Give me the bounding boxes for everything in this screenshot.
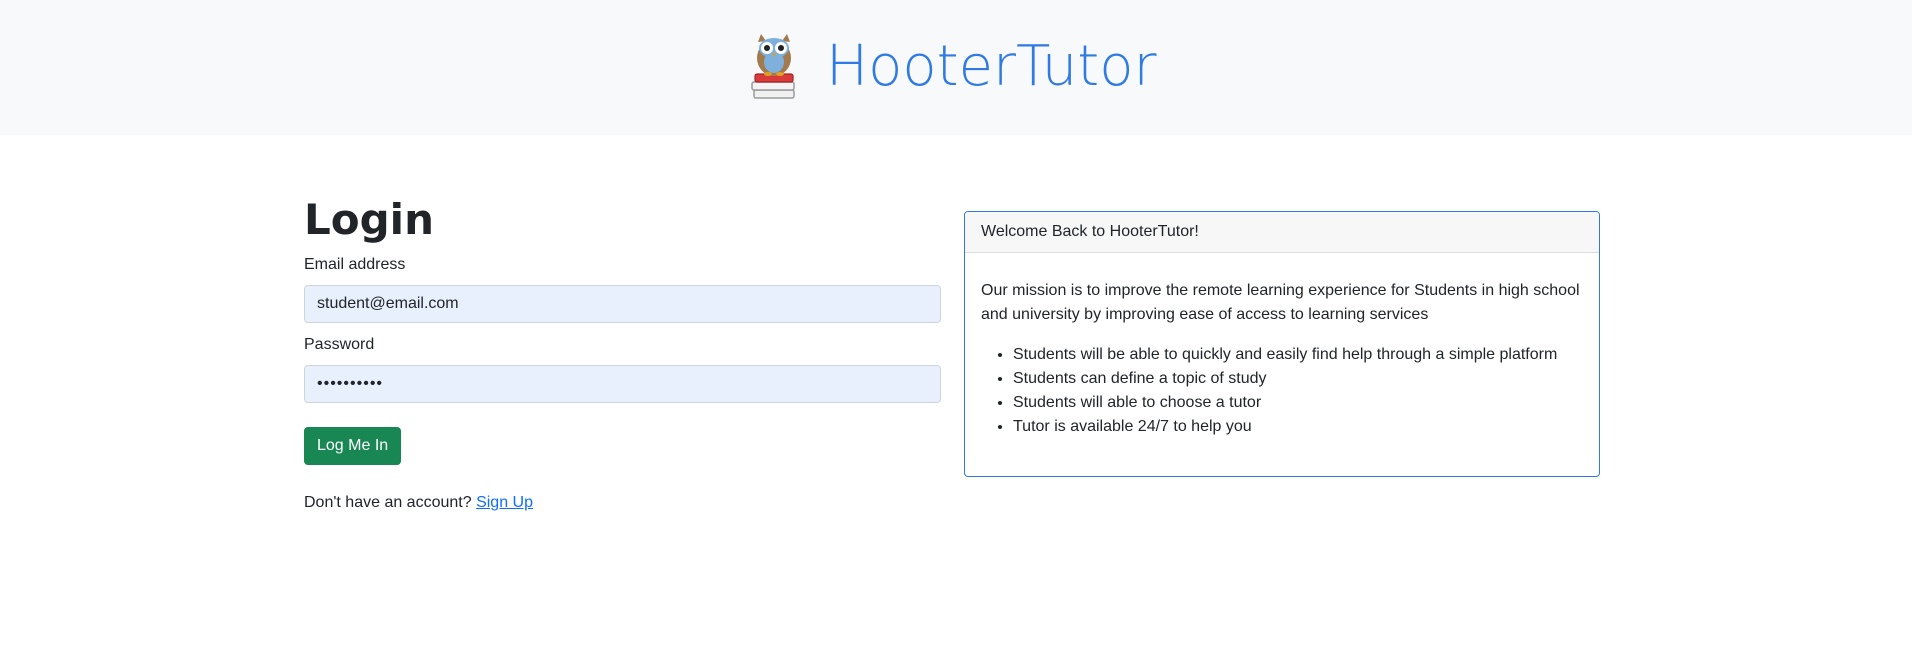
list-item: Students will be able to quickly and eas…: [1013, 343, 1583, 367]
list-item: Students will able to choose a tutor: [1013, 391, 1583, 415]
sign-up-link[interactable]: Sign Up: [476, 494, 533, 511]
email-label: Email address: [304, 256, 406, 273]
mission-statement: Our mission is to improve the remote lea…: [981, 282, 1580, 323]
card-header: Welcome Back to HooterTutor!: [965, 212, 1599, 253]
password-label: Password: [304, 336, 375, 353]
list-item: Students can define a topic of study: [1013, 367, 1583, 391]
signup-prompt: Don't have an account? Sign Up: [304, 493, 941, 513]
email-field[interactable]: [304, 285, 941, 323]
owl-on-books-icon: [751, 34, 795, 99]
brand-link[interactable]: HooterTutor: [748, 30, 1157, 104]
password-field[interactable]: [304, 365, 941, 403]
card-body: Our mission is to improve the remote lea…: [965, 253, 1599, 439]
login-form: Login Email address Password Log Me In D…: [304, 195, 941, 513]
brand-name: HooterTutor: [826, 34, 1157, 99]
welcome-card: Welcome Back to HooterTutor! Our mission…: [964, 211, 1600, 477]
list-item: Tutor is available 24/7 to help you: [1013, 415, 1583, 439]
log-in-button[interactable]: Log Me In: [304, 427, 402, 465]
signup-prompt-text: Don't have an account?: [304, 494, 472, 511]
feature-list: Students will be able to quickly and eas…: [981, 343, 1583, 439]
site-header: HooterTutor: [0, 0, 1912, 135]
page-title: Login: [304, 195, 434, 244]
